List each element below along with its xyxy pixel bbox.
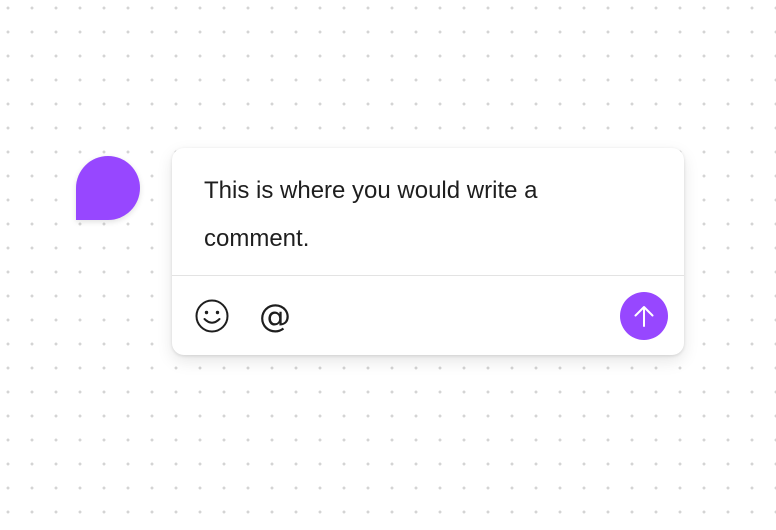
comment-input[interactable]: This is where you would write a comment. — [204, 167, 644, 263]
mention-button[interactable]: @ — [251, 292, 299, 340]
send-button[interactable] — [620, 292, 668, 340]
comment-composer: This is where you would write a comment.… — [172, 148, 684, 355]
comment-toolbar: @ — [172, 276, 684, 355]
smiley-icon — [195, 299, 229, 333]
emoji-button[interactable] — [188, 292, 236, 340]
at-sign-icon: @ — [259, 297, 291, 335]
arrow-up-icon — [634, 306, 654, 327]
dotted-canvas: This is where you would write a comment.… — [0, 0, 776, 530]
comment-pin-avatar[interactable] — [76, 156, 140, 220]
